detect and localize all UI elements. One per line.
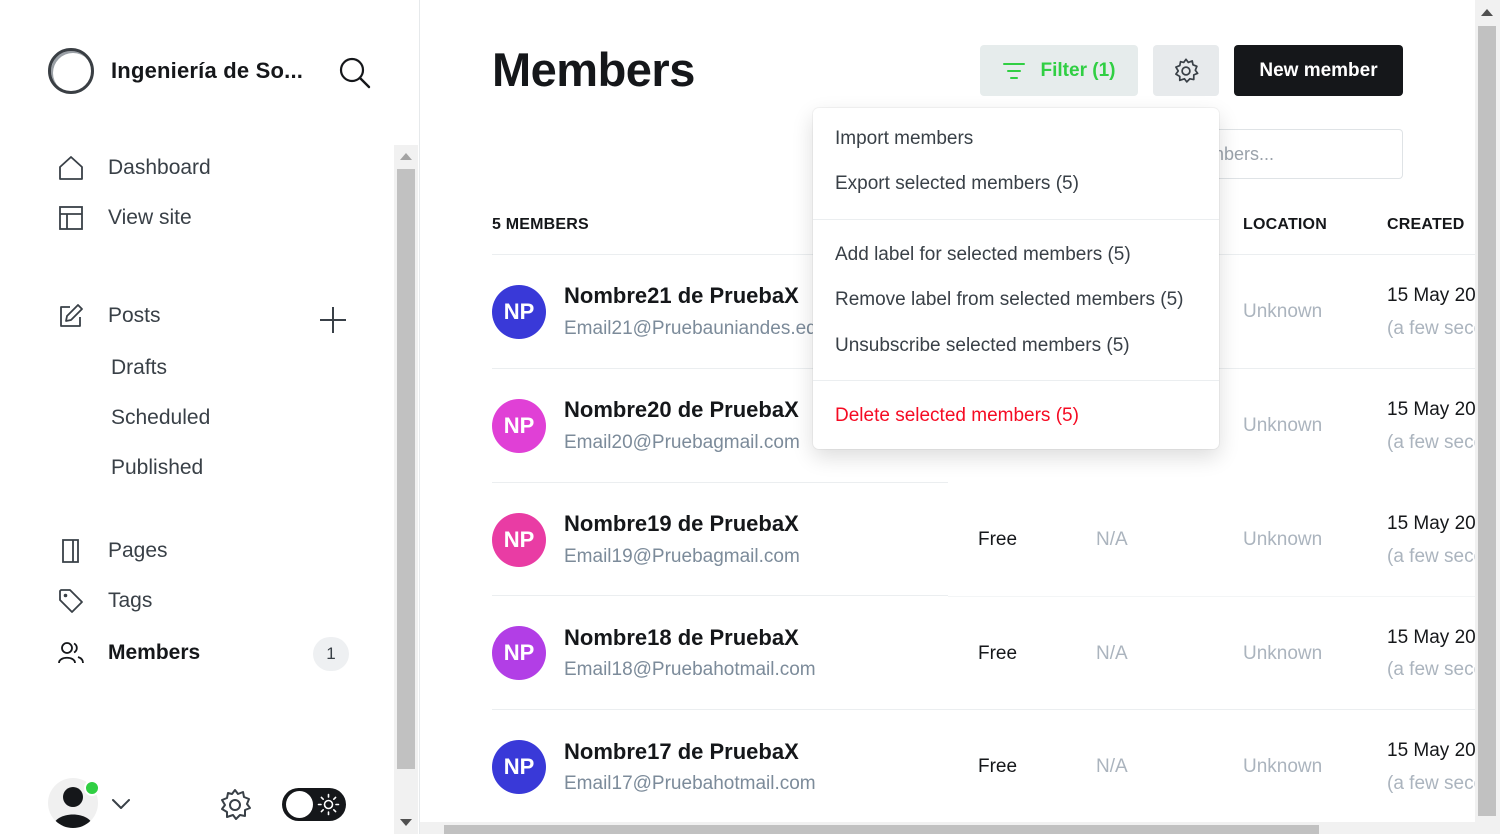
- horizontal-scrollbar[interactable]: [420, 822, 1475, 834]
- member-avatar: NP: [492, 285, 546, 339]
- members-count-header: 5 MEMBERS: [492, 216, 589, 233]
- created-column-header[interactable]: CREATED: [1387, 216, 1465, 234]
- member-status: Free: [978, 529, 1018, 550]
- tag-icon: [58, 588, 84, 614]
- sidebar-item-label: Pages: [108, 539, 168, 562]
- online-status-dot: [84, 780, 100, 796]
- member-avatar: NP: [492, 513, 546, 567]
- divider: [492, 595, 948, 596]
- add-label-item[interactable]: Add label for selected members (5): [835, 244, 1131, 266]
- member-email: Email21@Pruebauniandes.edu: [564, 318, 828, 339]
- sidebar-scrollbar[interactable]: [394, 145, 418, 834]
- site-brand[interactable]: Ingeniería de So...: [48, 48, 303, 94]
- member-location: Unknown: [1243, 756, 1323, 777]
- members-settings-button[interactable]: [1153, 45, 1219, 96]
- scrollbar-thumb[interactable]: [1478, 26, 1496, 816]
- edit-icon: [58, 303, 84, 329]
- new-member-button[interactable]: New member: [1234, 45, 1403, 96]
- scroll-up-icon[interactable]: [400, 153, 412, 160]
- sidebar-item-view-site[interactable]: View site: [58, 205, 192, 231]
- member-name: Nombre17 de PruebaX: [564, 739, 799, 764]
- sidebar-item-scheduled[interactable]: Scheduled: [111, 406, 210, 430]
- toggle-knob: [286, 791, 313, 818]
- member-email: Email20@Pruebagmail.com: [564, 432, 800, 453]
- sidebar-item-members[interactable]: Members: [58, 640, 200, 666]
- page-title: Members: [492, 43, 695, 96]
- sidebar-item-label: View site: [108, 206, 192, 229]
- site-name: Ingeniería de So...: [111, 58, 304, 83]
- location-column-header[interactable]: LOCATION: [1243, 216, 1327, 234]
- scroll-up-icon[interactable]: [1481, 9, 1493, 16]
- actions-dropdown-menu: Import members Export selected members (…: [813, 108, 1219, 449]
- export-selected-item[interactable]: Export selected members (5): [835, 173, 1079, 195]
- theme-toggle[interactable]: [282, 788, 346, 821]
- page-icon: [58, 538, 84, 564]
- member-name: Nombre21 de PruebaX: [564, 283, 799, 308]
- delete-selected-item[interactable]: Delete selected members (5): [835, 405, 1079, 427]
- sun-icon: [317, 793, 340, 816]
- member-name: Nombre20 de PruebaX: [564, 397, 799, 422]
- divider: [948, 596, 1475, 597]
- home-icon: [58, 155, 84, 181]
- site-logo: [48, 48, 94, 94]
- member-name: Nombre18 de PruebaX: [564, 625, 799, 650]
- divider: [492, 709, 1475, 710]
- unsubscribe-item[interactable]: Unsubscribe selected members (5): [835, 335, 1130, 357]
- member-avatar: NP: [492, 626, 546, 680]
- member-open-rate: N/A: [1096, 529, 1128, 550]
- sidebar-item-drafts[interactable]: Drafts: [111, 356, 167, 380]
- member-avatar: NP: [492, 399, 546, 453]
- gear-icon: [1175, 57, 1199, 83]
- scrollbar-thumb[interactable]: [444, 825, 1319, 834]
- sidebar-item-published[interactable]: Published: [111, 456, 203, 480]
- sidebar-item-label: Posts: [108, 304, 161, 327]
- sidebar-item-dashboard[interactable]: Dashboard: [58, 155, 211, 181]
- import-members-item[interactable]: Import members: [835, 128, 973, 150]
- member-avatar: NP: [492, 740, 546, 794]
- member-location: Unknown: [1243, 301, 1323, 322]
- member-location: Unknown: [1243, 643, 1323, 664]
- scrollbar-thumb[interactable]: [397, 169, 415, 769]
- member-status: Free: [978, 756, 1018, 777]
- member-location: Unknown: [1243, 529, 1323, 550]
- sidebar-item-label: Tags: [108, 589, 153, 612]
- sidebar-item-label: Members: [108, 641, 201, 664]
- remove-label-item[interactable]: Remove label from selected members (5): [835, 289, 1183, 311]
- sidebar-item-pages[interactable]: Pages: [58, 538, 168, 564]
- sidebar-item-label: Dashboard: [108, 156, 211, 179]
- menu-divider: [813, 380, 1219, 381]
- gear-icon[interactable]: [217, 787, 253, 823]
- scroll-down-icon[interactable]: [400, 819, 412, 826]
- search-icon[interactable]: [336, 54, 374, 92]
- member-email: Email18@Pruebahotmail.com: [564, 659, 816, 680]
- divider: [492, 482, 948, 483]
- filter-label: Filter (1): [1040, 59, 1116, 81]
- filter-icon: [1002, 62, 1025, 79]
- filter-button[interactable]: Filter (1): [980, 45, 1138, 96]
- sidebar: Ingeniería de So... Dashboard View site …: [0, 0, 420, 834]
- member-email: Email19@Pruebagmail.com: [564, 546, 800, 567]
- member-status: Free: [978, 643, 1018, 664]
- members-icon: [58, 640, 84, 666]
- sidebar-item-tags[interactable]: Tags: [58, 588, 152, 614]
- member-email: Email17@Pruebahotmail.com: [564, 773, 816, 794]
- members-count-badge: 1: [313, 637, 349, 671]
- chevron-down-icon[interactable]: [110, 795, 132, 813]
- new-post-plus-icon[interactable]: [318, 305, 348, 335]
- search-members-input[interactable]: mbers...: [1209, 129, 1403, 179]
- member-open-rate: N/A: [1096, 643, 1128, 664]
- page-scrollbar[interactable]: [1475, 0, 1500, 834]
- layout-icon: [58, 205, 84, 231]
- member-name: Nombre19 de PruebaX: [564, 511, 799, 536]
- member-location: Unknown: [1243, 415, 1323, 436]
- member-open-rate: N/A: [1096, 756, 1128, 777]
- sidebar-item-posts[interactable]: Posts: [58, 303, 161, 329]
- menu-divider: [813, 219, 1219, 220]
